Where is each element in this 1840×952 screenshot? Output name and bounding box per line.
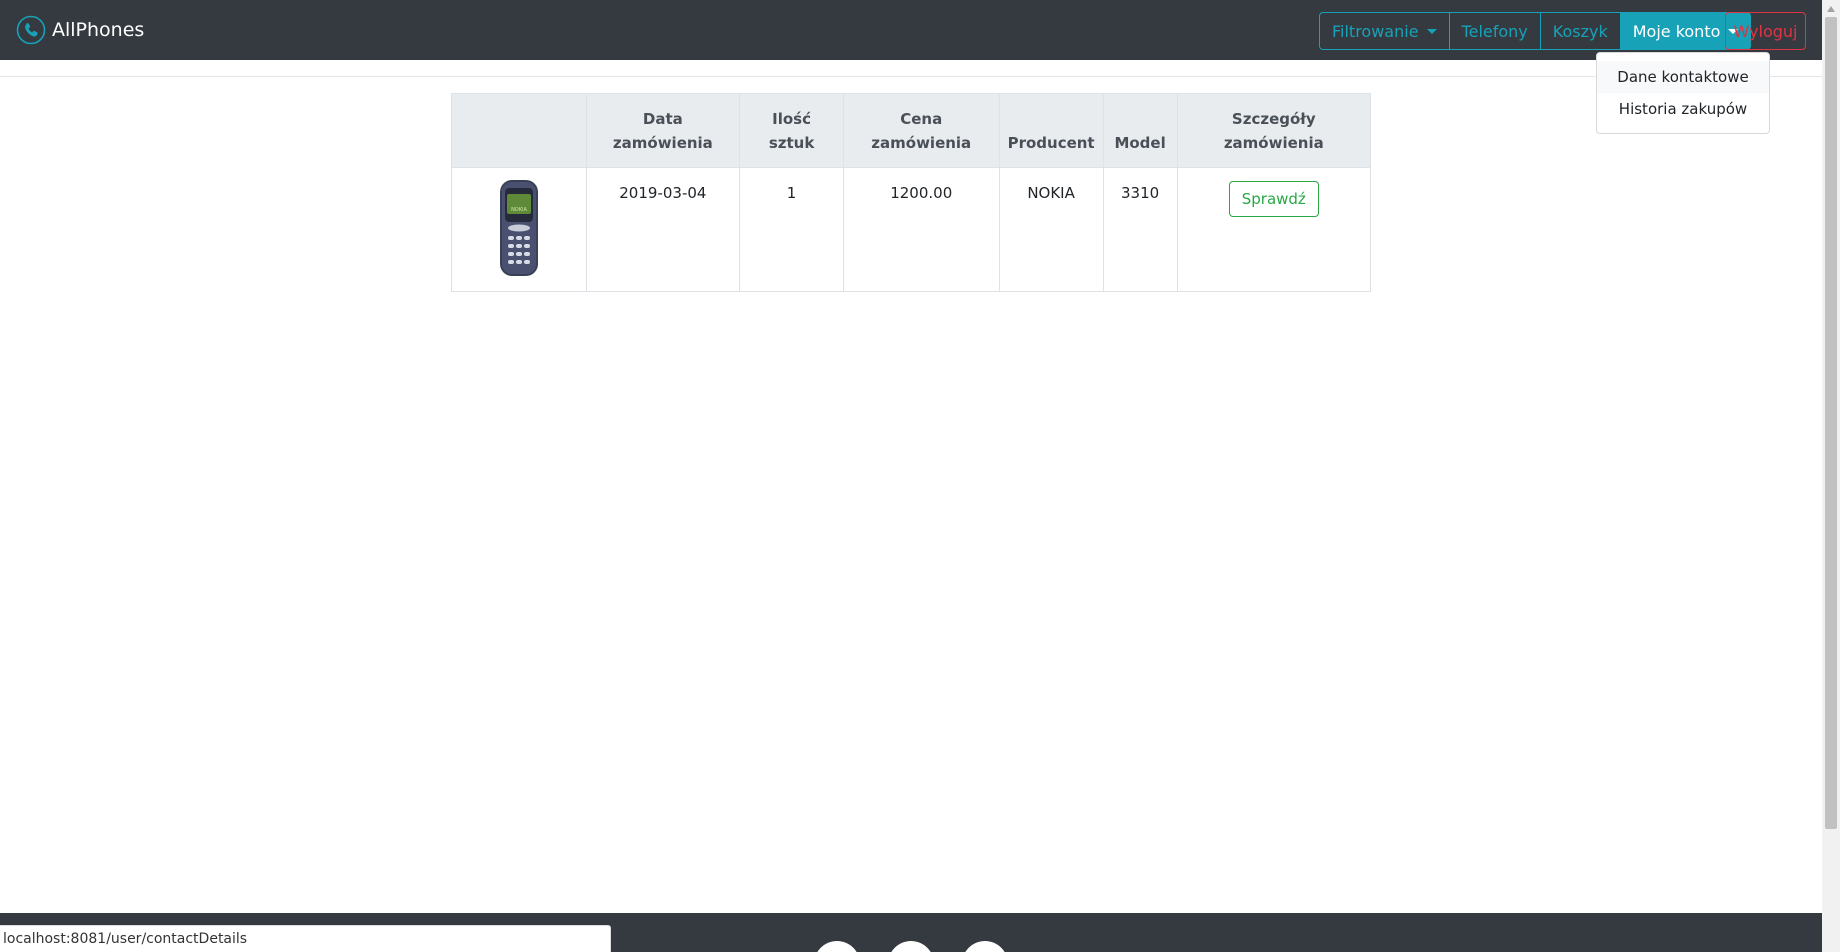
scrollbar-thumb[interactable] bbox=[1825, 17, 1837, 829]
cell-date: 2019-03-04 bbox=[585, 167, 741, 292]
navbar: AllPhones Filtrowanie Telefony Koszyk Mo… bbox=[0, 0, 1822, 60]
brand-link[interactable]: AllPhones bbox=[16, 14, 144, 46]
scroll-up-arrow-icon[interactable] bbox=[1827, 6, 1835, 12]
cell-producer: NOKIA bbox=[998, 167, 1104, 292]
phones-button[interactable]: Telefony bbox=[1448, 12, 1541, 50]
cell-price: 1200.00 bbox=[842, 167, 1000, 292]
column-header-model: Model bbox=[1102, 93, 1178, 168]
menu-item-contact-details[interactable]: Dane kontaktowe bbox=[1597, 61, 1769, 93]
account-label: Moje konto bbox=[1632, 21, 1721, 41]
column-header-price: Cena zamówienia bbox=[842, 93, 1000, 168]
column-header-date: Data zamówienia bbox=[585, 93, 741, 168]
account-dropdown-menu: Dane kontaktowe Historia zakupów bbox=[1596, 52, 1770, 134]
phone-icon bbox=[16, 15, 46, 45]
cart-button[interactable]: Koszyk bbox=[1539, 12, 1621, 50]
column-header-details: Szczegóły zamówienia bbox=[1176, 93, 1372, 168]
column-header-producer: Producent bbox=[998, 93, 1104, 168]
nokia-phone-image: NOKIA bbox=[499, 180, 538, 276]
cell-image: NOKIA bbox=[451, 167, 587, 292]
column-header-image bbox=[451, 93, 587, 168]
vertical-scrollbar[interactable] bbox=[1822, 0, 1840, 952]
menu-item-purchase-history[interactable]: Historia zakupów bbox=[1597, 93, 1769, 125]
social-icon[interactable] bbox=[888, 941, 934, 952]
filter-label: Filtrowanie bbox=[1332, 21, 1419, 41]
logout-button[interactable]: Wyloguj bbox=[1725, 12, 1806, 50]
status-bar: localhost:8081/user/contactDetails bbox=[0, 925, 611, 952]
orders-table: Data zamówienia Ilość sztuk Cena zamówie… bbox=[451, 93, 1372, 292]
table-header-row: Data zamówienia Ilość sztuk Cena zamówie… bbox=[451, 93, 1372, 168]
column-header-quantity: Ilość sztuk bbox=[739, 93, 844, 168]
svg-text:NOKIA: NOKIA bbox=[511, 207, 527, 213]
check-order-button[interactable]: Sprawdź bbox=[1228, 181, 1319, 217]
divider bbox=[0, 76, 1822, 77]
cell-model: 3310 bbox=[1102, 167, 1178, 292]
cell-details: Sprawdź bbox=[1176, 167, 1372, 292]
table-row: NOKIA 2019-03-04 1 1200.00 NOKIA 3310 Sp… bbox=[451, 167, 1372, 292]
social-icon[interactable] bbox=[962, 941, 1008, 952]
cell-quantity: 1 bbox=[739, 167, 844, 292]
brand-name: AllPhones bbox=[52, 19, 145, 41]
social-icon[interactable] bbox=[814, 941, 860, 952]
nav-button-group: Filtrowanie Telefony Koszyk Moje konto bbox=[1319, 12, 1752, 50]
caret-down-icon bbox=[1426, 28, 1437, 34]
filter-dropdown-button[interactable]: Filtrowanie bbox=[1319, 12, 1450, 50]
